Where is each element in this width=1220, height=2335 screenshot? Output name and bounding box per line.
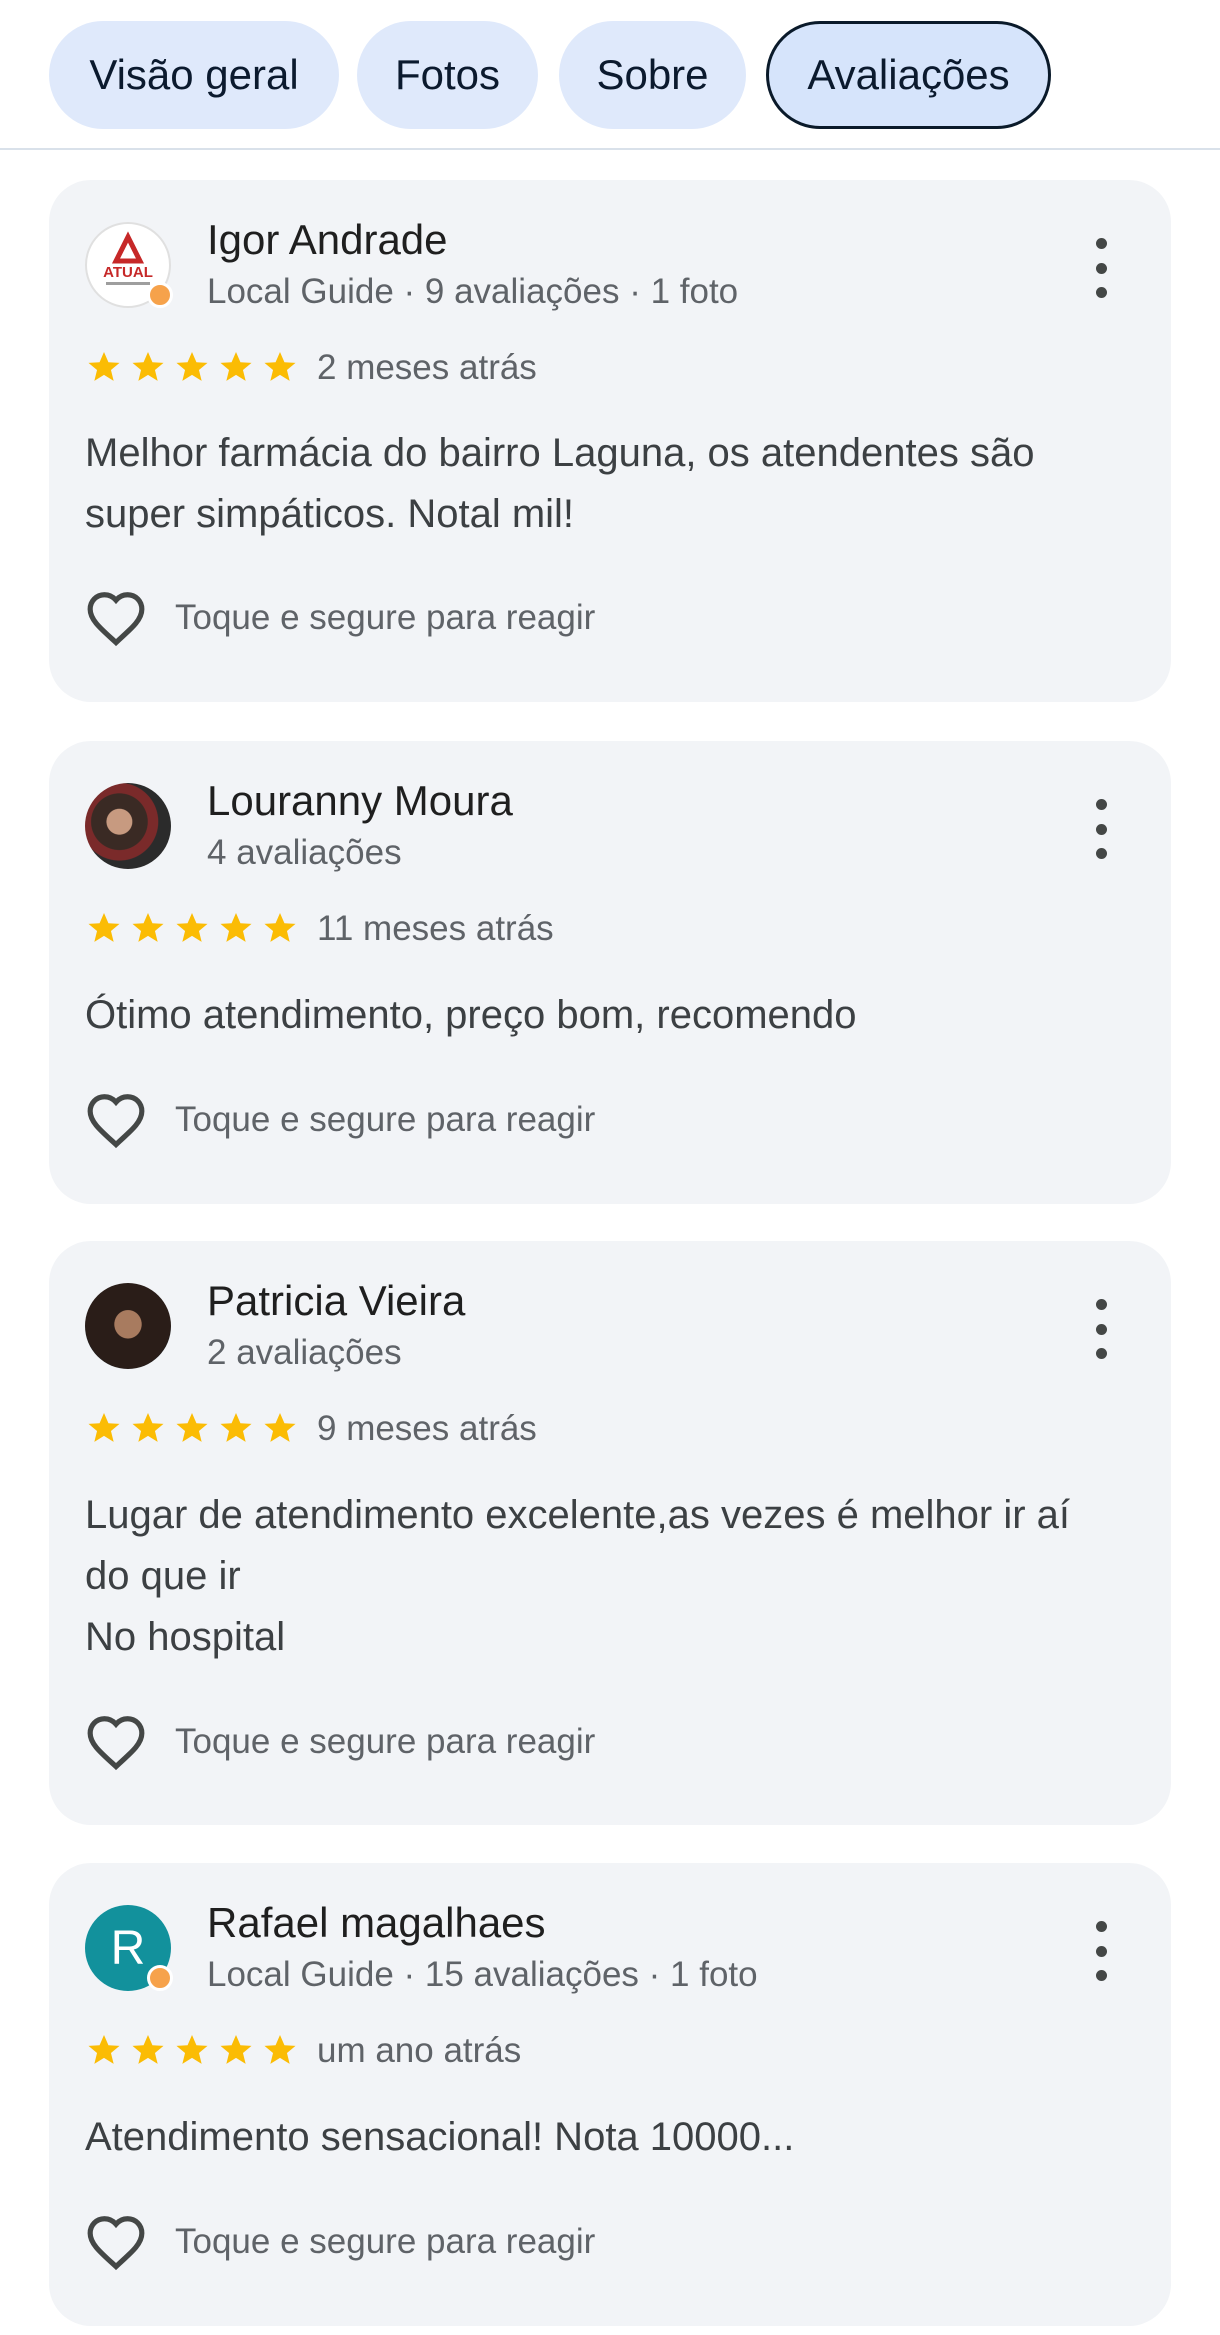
more-options-button[interactable] [1081, 1921, 1121, 1981]
review-card: Patricia Vieira 2 avaliações 9 meses atr… [49, 1241, 1171, 1825]
star-icon [176, 1412, 208, 1442]
star-icon [88, 912, 120, 942]
reviewer-name[interactable]: Igor Andrade [207, 216, 448, 264]
review-text: Ótimo atendimento, preço bom, recomendo [85, 993, 857, 1037]
star-icon [220, 351, 252, 381]
review-time: 11 meses atrás [317, 909, 554, 948]
react-label: Toque e segure para reagir [175, 2222, 596, 2261]
avatar[interactable] [85, 1283, 171, 1369]
local-guide-badge-icon [147, 282, 173, 308]
review-time: 2 meses atrás [317, 348, 537, 387]
react-button[interactable]: Toque e segure para reagir [85, 1089, 595, 1151]
star-icon [264, 2034, 296, 2064]
heart-icon [87, 592, 145, 647]
react-label: Toque e segure para reagir [175, 1722, 596, 1761]
reviewer-name[interactable]: Patricia Vieira [207, 1277, 465, 1325]
star-icon [132, 351, 164, 381]
star-icon [88, 351, 120, 381]
react-label: Toque e segure para reagir [175, 598, 596, 637]
star-icon [220, 912, 252, 942]
react-button[interactable]: Toque e segure para reagir [85, 587, 595, 649]
heart-icon [87, 1094, 145, 1149]
star-icon [264, 912, 296, 942]
avatar[interactable]: ATUAL [85, 222, 173, 308]
star-rating [85, 348, 299, 388]
review-time: um ano atrás [317, 2031, 522, 2070]
more-options-button[interactable] [1081, 799, 1121, 859]
more-options-button[interactable] [1081, 1299, 1121, 1359]
react-button[interactable]: Toque e segure para reagir [85, 1711, 595, 1773]
star-icon [220, 2034, 252, 2064]
tab-reviews[interactable]: Avaliações [766, 21, 1051, 129]
avatar[interactable] [85, 783, 171, 869]
more-options-button[interactable] [1081, 238, 1121, 298]
star-icon [88, 2034, 120, 2064]
review-card: ATUAL Igor Andrade Local Guide · 9 avali… [49, 180, 1171, 702]
review-text: Atendimento sensacional! Nota 10000... [85, 2115, 795, 2159]
star-icon [264, 1412, 296, 1442]
react-label: Toque e segure para reagir [175, 1100, 596, 1139]
local-guide-badge-icon [147, 1965, 173, 1991]
star-icon [264, 351, 296, 381]
avatar[interactable]: R [85, 1905, 173, 1991]
tab-overview[interactable]: Visão geral [49, 21, 339, 129]
reviewer-meta: 2 avaliações [207, 1333, 402, 1372]
heart-icon [87, 1716, 145, 1771]
tab-photos[interactable]: Fotos [357, 21, 538, 129]
star-icon [176, 912, 208, 942]
avatar-image [85, 783, 171, 869]
reviewer-meta: Local Guide · 15 avaliações · 1 foto [207, 1955, 758, 1994]
heart-icon [87, 2216, 145, 2271]
avatar-letter: R [110, 1921, 146, 1975]
tab-about[interactable]: Sobre [559, 21, 746, 129]
star-icon [132, 1412, 164, 1442]
reviewer-name[interactable]: Rafael magalhaes [207, 1899, 546, 1947]
star-icon [176, 2034, 208, 2064]
avatar-image [85, 1283, 171, 1369]
tab-bar: Visão geral Fotos Sobre Avaliações [0, 0, 1220, 150]
review-time: 9 meses atrás [317, 1409, 537, 1448]
reviewer-name[interactable]: Louranny Moura [207, 777, 513, 825]
star-icon [132, 2034, 164, 2064]
reviewer-meta: 4 avaliações [207, 833, 402, 872]
star-rating [85, 2031, 299, 2071]
reviewer-meta: Local Guide · 9 avaliações · 1 foto [207, 272, 739, 311]
star-icon [132, 912, 164, 942]
star-icon [88, 1412, 120, 1442]
review-card: Louranny Moura 4 avaliações 11 meses atr… [49, 741, 1171, 1204]
review-text: Lugar de atendimento excelente,as vezes … [85, 1493, 1071, 1659]
review-text: Melhor farmácia do bairro Laguna, os ate… [85, 431, 1035, 536]
star-rating [85, 1409, 299, 1449]
review-card: R Rafael magalhaes Local Guide · 15 aval… [49, 1863, 1171, 2326]
logo-text: ATUAL [103, 264, 153, 281]
react-button[interactable]: Toque e segure para reagir [85, 2211, 595, 2273]
star-rating [85, 909, 299, 949]
star-icon [176, 351, 208, 381]
star-icon [220, 1412, 252, 1442]
